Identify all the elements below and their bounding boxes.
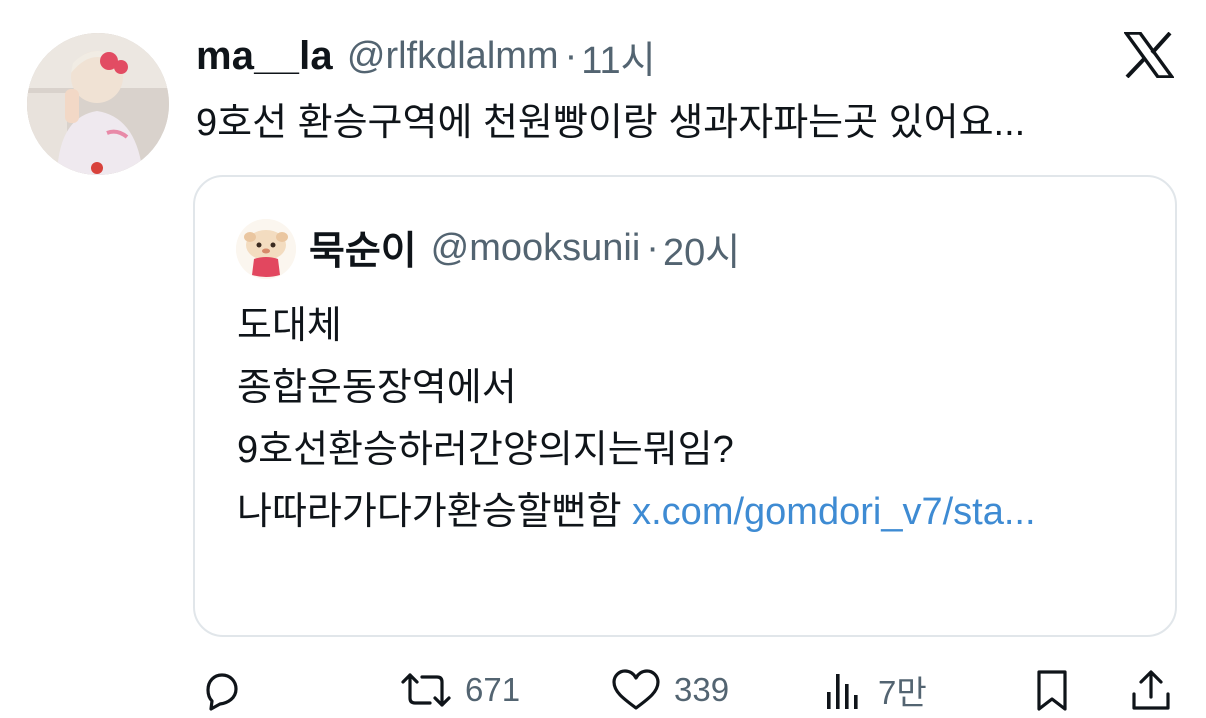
heart-icon: [612, 669, 660, 710]
views-icon: [827, 674, 858, 709]
bookmark-button[interactable]: [1030, 668, 1074, 712]
share-icon: [1132, 670, 1170, 710]
quoted-handle[interactable]: @mooksunii: [431, 227, 641, 270]
avatar-photo: [27, 33, 169, 175]
quoted-author-avatar[interactable]: [236, 219, 296, 279]
quoted-tweet-text: 도대체 종합운동장역에서 9호선환승하러간양의지는뭐임? 나따라가다가환승할뻔함…: [237, 295, 1157, 543]
quoted-text-line: 종합운동장역에서: [237, 367, 517, 409]
retweet-count: 671: [465, 671, 521, 708]
quoted-text-line-last: 나따라가다가환승할뻔함: [237, 491, 622, 533]
retweet-button[interactable]: 671: [399, 668, 520, 712]
quoted-display-name[interactable]: 묵순이: [309, 220, 417, 276]
quoted-avatar-image: [236, 219, 296, 279]
author-avatar[interactable]: [27, 33, 169, 175]
quoted-text-line: 도대체: [237, 305, 342, 347]
author-display-name[interactable]: ma__la: [196, 34, 333, 79]
quoted-text-line: 9호선환승하러간양의지는뭐임?: [237, 429, 734, 471]
reply-icon: [206, 673, 238, 711]
tweet-action-bar: 671 339 7만: [0, 660, 1206, 718]
quoted-link[interactable]: x.com/gomdori_v7/sta...: [632, 491, 1035, 533]
views-button[interactable]: 7만: [822, 668, 927, 712]
reply-button[interactable]: [199, 668, 243, 712]
like-count: 339: [674, 671, 730, 708]
share-button[interactable]: [1128, 668, 1174, 712]
retweet-icon: [401, 673, 451, 707]
quoted-separator-dot: ·: [646, 226, 659, 269]
views-count: 7만: [878, 674, 927, 711]
quoted-time[interactable]: 20시: [663, 221, 740, 276]
quoted-tweet-header: 묵순이 @mooksunii · 20시: [309, 220, 740, 276]
tweet-time[interactable]: 11시: [581, 29, 655, 84]
x-logo-icon: [1124, 32, 1174, 78]
quoted-tweet-card[interactable]: 묵순이 @mooksunii · 20시 도대체 종합운동장역에서 9호선환승하…: [193, 175, 1177, 637]
author-handle[interactable]: @rlfkdlalmm: [347, 35, 559, 78]
like-button[interactable]: 339: [610, 668, 729, 712]
separator-dot: ·: [564, 34, 578, 77]
bookmark-icon: [1037, 670, 1067, 711]
tweet-text: 9호선 환승구역에 천원빵이랑 생과자파는곳 있어요...: [196, 102, 1026, 144]
tweet-header: ma__la @rlfkdlalmm · 11시: [196, 30, 656, 82]
